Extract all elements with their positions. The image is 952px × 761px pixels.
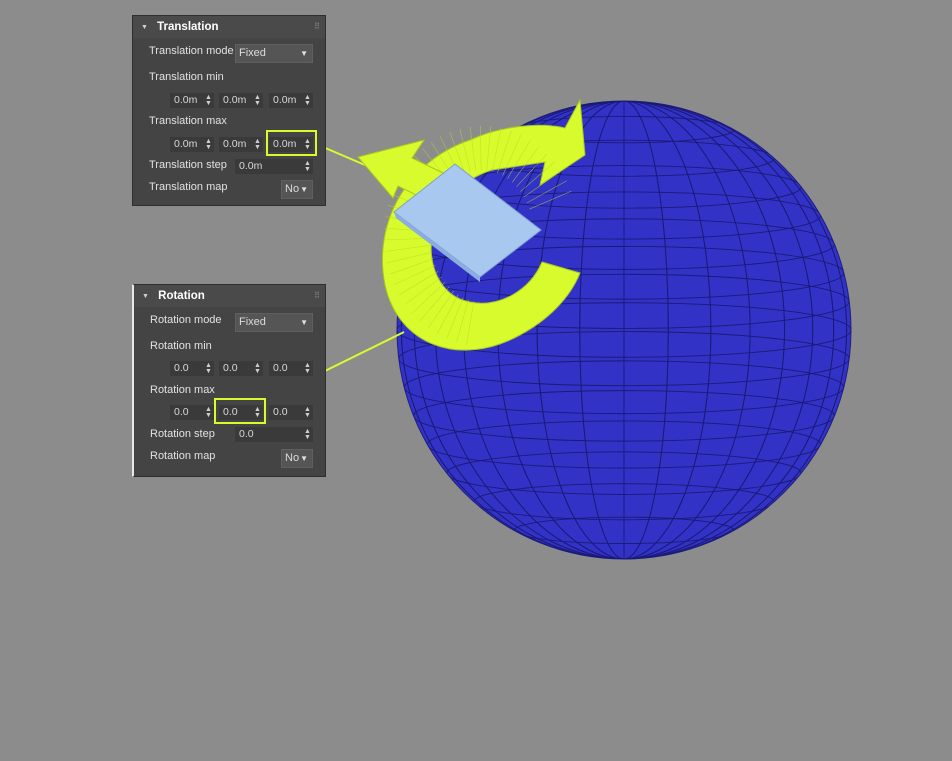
translation-panel: ▼ Translation ⠿ Translation mode Fixed ▼… (132, 15, 326, 206)
translation-mode-label: Translation mode (149, 45, 234, 57)
rotation-step-label: Rotation step (150, 428, 215, 440)
translation-mode-dropdown[interactable]: Fixed ▼ (235, 44, 313, 63)
triangle-down-icon[interactable]: ▼ (142, 293, 149, 300)
translation-map-value: No (285, 183, 300, 195)
translation-step-label: Translation step (149, 159, 227, 171)
chevron-down-icon: ▼ (300, 49, 308, 58)
chevron-down-icon: ▼ (300, 454, 308, 463)
translation-min-x-field[interactable]: 0.0m ▲ ▼ (170, 93, 214, 108)
rotation-panel-header[interactable]: ▼ Rotation ⠿ (134, 285, 325, 307)
spinner-arrows-icon[interactable]: ▲ ▼ (254, 138, 261, 151)
translation-max-z-field[interactable]: 0.0m ▲ ▼ (269, 137, 313, 152)
translation-min-y-value: 0.0m (223, 94, 247, 106)
spinner-arrows-icon[interactable]: ▲ ▼ (254, 94, 261, 107)
rotation-max-z-value: 0.0 (273, 406, 288, 418)
rotation-min-x-field[interactable]: 0.0 ▲ ▼ (170, 361, 214, 376)
rotation-panel-title: Rotation (158, 290, 205, 302)
rotation-map-dropdown[interactable]: No ▼ (281, 449, 313, 468)
rotation-max-x-value: 0.0 (174, 406, 189, 418)
translation-min-z-field[interactable]: 0.0m ▲ ▼ (269, 93, 313, 108)
rotation-step-field[interactable]: 0.0 ▲ ▼ (235, 427, 313, 442)
translation-min-x-value: 0.0m (174, 94, 198, 106)
spinner-arrows-icon[interactable]: ▲ ▼ (304, 160, 311, 173)
drag-grip-icon[interactable]: ⠿ (314, 16, 320, 38)
spinner-arrows-icon[interactable]: ▲ ▼ (304, 94, 311, 107)
translation-max-y-value: 0.0m (223, 138, 247, 150)
translation-mode-value: Fixed (239, 47, 266, 59)
drag-grip-icon[interactable]: ⠿ (314, 285, 320, 307)
translation-min-z-value: 0.0m (273, 94, 297, 106)
rotation-min-y-value: 0.0 (223, 362, 238, 374)
rotation-min-y-field[interactable]: 0.0 ▲ ▼ (219, 361, 263, 376)
spinner-arrows-icon[interactable]: ▲ ▼ (304, 406, 311, 419)
spinner-arrows-icon[interactable]: ▲ ▼ (304, 362, 311, 375)
translation-max-y-field[interactable]: 0.0m ▲ ▼ (219, 137, 263, 152)
rotation-min-z-value: 0.0 (273, 362, 288, 374)
translation-step-value: 0.0m (239, 160, 263, 172)
translation-map-dropdown[interactable]: No ▼ (281, 180, 313, 199)
spinner-arrows-icon[interactable]: ▲ ▼ (254, 362, 261, 375)
translation-panel-title: Translation (157, 21, 219, 33)
chevron-down-icon: ▼ (300, 185, 308, 194)
rotation-map-value: No (285, 452, 300, 464)
translation-min-label: Translation min (149, 71, 224, 83)
rotation-max-x-field[interactable]: 0.0 ▲ ▼ (170, 405, 214, 420)
spinner-arrows-icon[interactable]: ▲ ▼ (205, 138, 212, 151)
spinner-arrows-icon[interactable]: ▲ ▼ (205, 362, 212, 375)
rotation-min-label: Rotation min (150, 340, 212, 352)
translation-min-y-field[interactable]: 0.0m ▲ ▼ (219, 93, 263, 108)
rotation-mode-dropdown[interactable]: Fixed ▼ (235, 313, 313, 332)
spinner-arrows-icon[interactable]: ▲ ▼ (205, 406, 212, 419)
translation-max-x-field[interactable]: 0.0m ▲ ▼ (170, 137, 214, 152)
translation-max-label: Translation max (149, 115, 227, 127)
translation-max-x-value: 0.0m (174, 138, 198, 150)
translation-step-field[interactable]: 0.0m ▲ ▼ (235, 159, 313, 174)
rotation-min-x-value: 0.0 (174, 362, 189, 374)
spinner-arrows-icon[interactable]: ▲ ▼ (304, 138, 311, 151)
rotation-mode-value: Fixed (239, 316, 266, 328)
rotation-panel: ▼ Rotation ⠿ Rotation mode Fixed ▼ Rotat… (132, 284, 326, 477)
translation-map-label: Translation map (149, 181, 228, 193)
spinner-arrows-icon[interactable]: ▲ ▼ (205, 94, 212, 107)
rotation-max-y-field[interactable]: 0.0 ▲ ▼ (219, 405, 263, 420)
translation-panel-header[interactable]: ▼ Translation ⠿ (133, 16, 325, 38)
translation-max-z-value: 0.0m (273, 138, 297, 150)
rotation-mode-label: Rotation mode (150, 314, 222, 326)
rotation-min-z-field[interactable]: 0.0 ▲ ▼ (269, 361, 313, 376)
spinner-arrows-icon[interactable]: ▲ ▼ (304, 428, 311, 441)
chevron-down-icon: ▼ (300, 318, 308, 327)
rotation-max-y-value: 0.0 (223, 406, 238, 418)
triangle-down-icon[interactable]: ▼ (141, 24, 148, 31)
rotation-map-label: Rotation map (150, 450, 216, 462)
rotation-max-label: Rotation max (150, 384, 215, 396)
rotation-step-value: 0.0 (239, 428, 254, 440)
spinner-arrows-icon[interactable]: ▲ ▼ (254, 406, 261, 419)
rotation-max-z-field[interactable]: 0.0 ▲ ▼ (269, 405, 313, 420)
